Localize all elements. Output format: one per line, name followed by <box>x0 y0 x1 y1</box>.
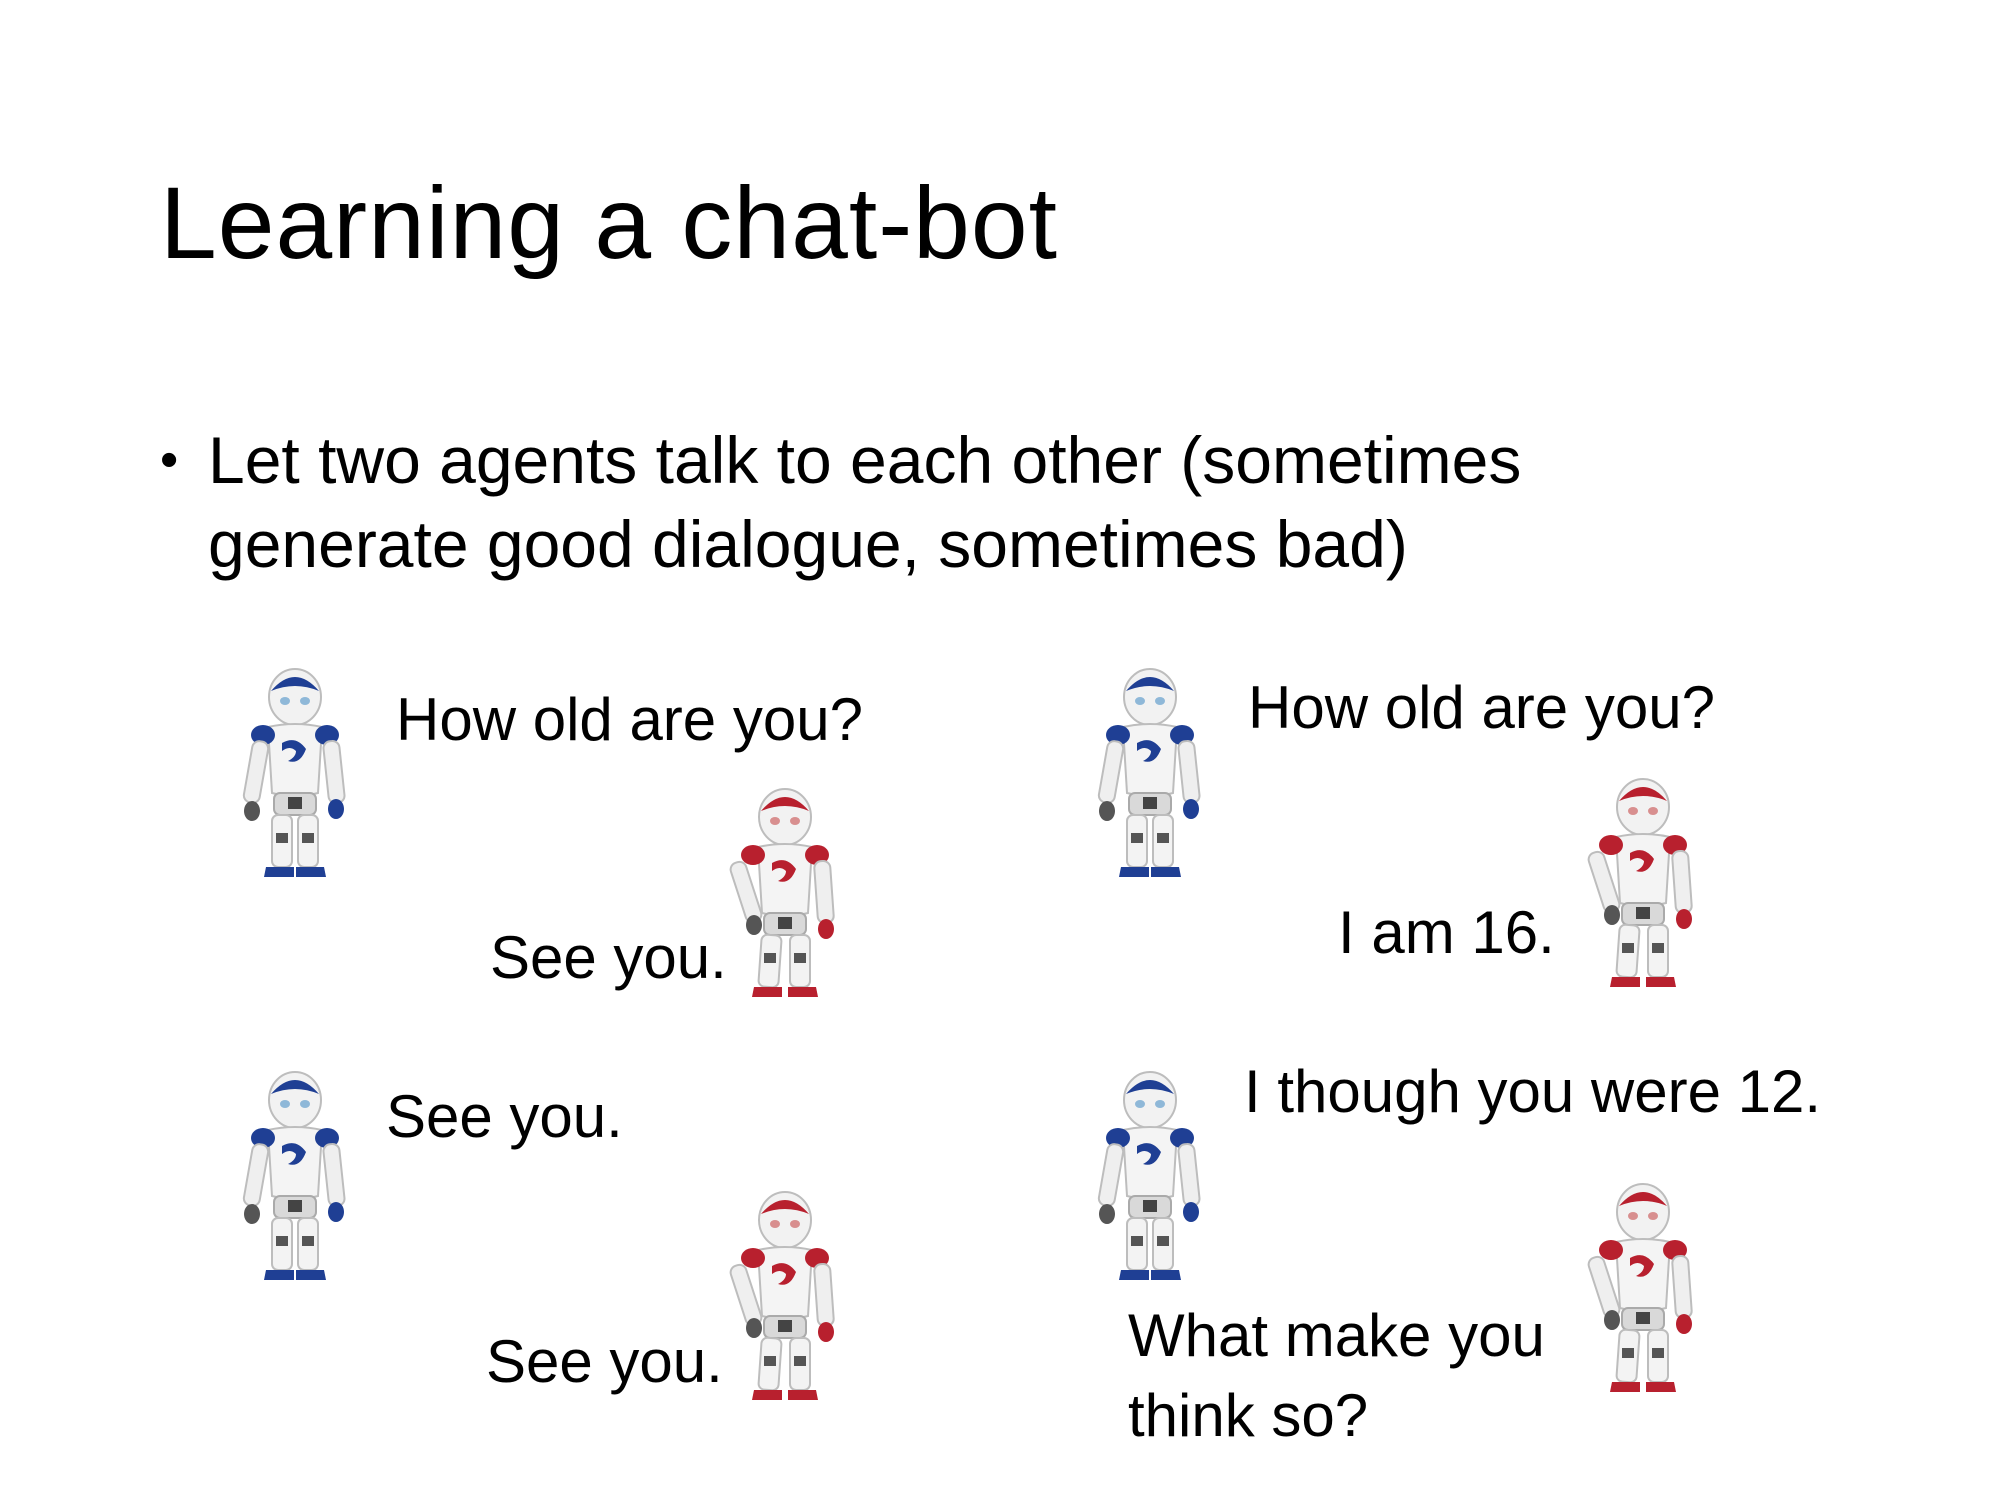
good-turn-3: I though you were 12. <box>1244 1058 1822 1125</box>
slide-title: Learning a chat-bot <box>160 166 1058 280</box>
blue-robot-icon <box>230 665 360 885</box>
red-robot-icon <box>720 785 850 1005</box>
blue-robot-icon <box>1085 665 1215 885</box>
bad-turn-3: See you. <box>386 1083 623 1150</box>
bad-turn-1: How old are you? <box>396 686 863 753</box>
good-turn-4: What make you think so? <box>1128 1296 1545 1456</box>
red-robot-icon <box>1578 775 1708 995</box>
blue-robot-icon <box>230 1068 360 1288</box>
bad-turn-4: See you. <box>486 1328 723 1395</box>
good-turn-1: How old are you? <box>1248 674 1715 741</box>
red-robot-icon <box>1578 1180 1708 1400</box>
bullet-symbol: • <box>160 431 179 489</box>
bullet-text: Let two agents talk to each other (somet… <box>208 418 1828 586</box>
good-turn-2: I am 16. <box>1338 899 1555 966</box>
blue-robot-icon <box>1085 1068 1215 1288</box>
bad-turn-2: See you. <box>490 924 727 991</box>
good-turn-4-line-2: think so? <box>1128 1382 1369 1449</box>
good-turn-4-line-1: What make you <box>1128 1302 1545 1369</box>
red-robot-icon <box>720 1188 850 1408</box>
bullet-line-2: generate good dialogue, sometimes bad) <box>208 507 1408 581</box>
bullet-line-1: Let two agents talk to each other (somet… <box>208 423 1522 497</box>
slide: Learning a chat-bot • Let two agents tal… <box>0 0 2000 1500</box>
